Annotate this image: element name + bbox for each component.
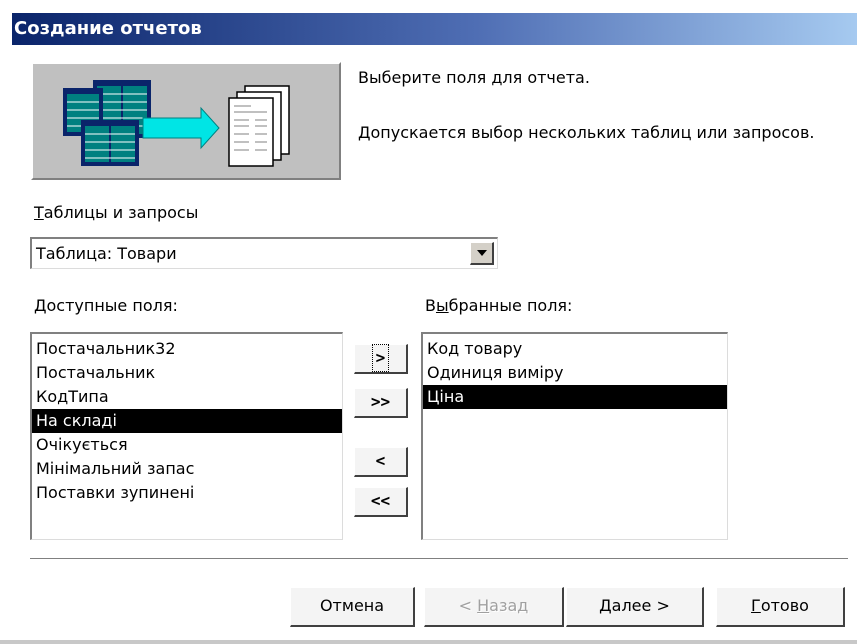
available-fields-list[interactable]: Постачальник32 Постачальник КодТипа На с… — [30, 332, 343, 540]
remove-all-fields-button[interactable]: << — [354, 487, 408, 517]
back-button[interactable]: < Назад — [424, 587, 564, 627]
title-bar: Создание отчетов — [12, 13, 857, 45]
remove-field-button[interactable]: < — [354, 447, 408, 477]
finish-button[interactable]: Готово — [716, 587, 845, 627]
cancel-button[interactable]: Отмена — [290, 587, 415, 627]
available-fields-label: Доступные поля: — [34, 296, 178, 315]
accel-key: Г — [751, 596, 761, 615]
next-button[interactable]: Далее > — [566, 587, 704, 627]
list-item[interactable]: Одиниця виміру — [423, 361, 727, 385]
dropdown-button[interactable] — [470, 242, 494, 265]
intro-text-1: Выберите поля для отчета. — [358, 68, 590, 87]
list-item[interactable]: Постачальник — [32, 361, 342, 385]
list-item[interactable]: Очікується — [32, 433, 342, 457]
source-combobox-value: Таблица: Товари — [36, 244, 177, 263]
source-label: Таблицы и запросы — [34, 203, 198, 222]
window-bottom-edge — [0, 640, 857, 644]
report-icon — [228, 85, 290, 167]
divider — [30, 558, 848, 560]
wizard-illustration — [31, 62, 341, 180]
intro-text-2: Допускается выбор нескольких таблиц или … — [358, 123, 815, 142]
accel-key: Д — [599, 596, 612, 615]
table-icon — [81, 120, 139, 166]
selected-fields-label: Выбранные поля: — [425, 296, 573, 315]
accel-key: Н — [477, 596, 490, 615]
list-item[interactable]: Мінімальний запас — [32, 457, 342, 481]
accel-key: Д — [34, 296, 47, 315]
add-field-button[interactable]: > — [354, 344, 408, 374]
arrow-right-icon — [142, 106, 220, 150]
list-item-selected[interactable]: Ціна — [423, 385, 727, 409]
accel-key: ы — [435, 296, 449, 315]
window-title: Создание отчетов — [14, 18, 202, 39]
chevron-down-icon — [477, 250, 487, 256]
list-item[interactable]: Постачальник32 — [32, 337, 342, 361]
accel-key: Т — [34, 203, 44, 222]
add-all-fields-button[interactable]: >> — [354, 388, 408, 418]
source-combobox[interactable]: Таблица: Товари — [30, 237, 498, 269]
selected-fields-list[interactable]: Код товару Одиниця виміру Ціна — [421, 332, 728, 540]
list-item-selected[interactable]: На складі — [32, 409, 342, 433]
list-item[interactable]: Код товару — [423, 337, 727, 361]
list-item[interactable]: КодТипа — [32, 385, 342, 409]
list-item[interactable]: Поставки зупинені — [32, 481, 342, 505]
tables-to-report-icon — [63, 80, 290, 167]
source-label-text: аблицы и запросы — [43, 203, 199, 222]
